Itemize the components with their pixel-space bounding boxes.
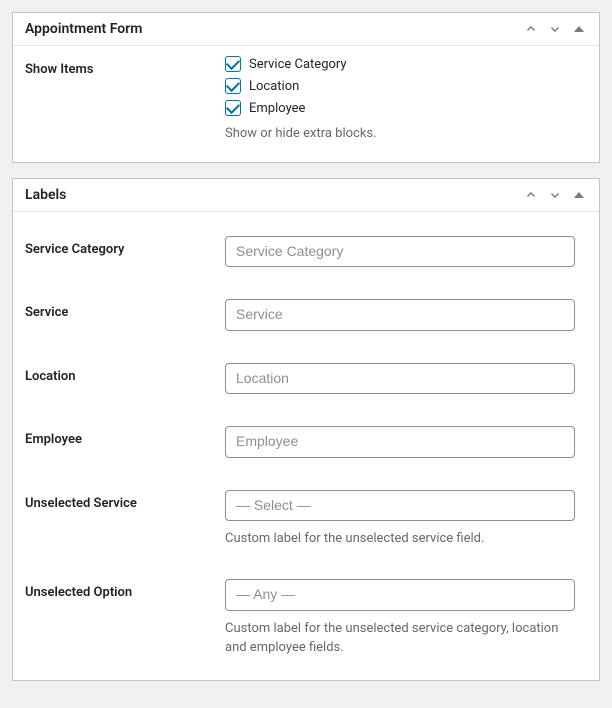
checkbox-item-employee[interactable]: Employee	[225, 100, 575, 116]
field-content	[225, 236, 575, 268]
show-items-help: Show or hide extra blocks.	[225, 124, 575, 144]
field-content: Custom label for the unselected service …	[225, 490, 575, 549]
panel-header: Appointment Form	[13, 13, 599, 46]
panel-body: Service Category Service Location Employ…	[13, 212, 599, 680]
checkbox-service-category[interactable]	[225, 56, 241, 72]
panel-body: Show Items Service Category Location Emp…	[13, 46, 599, 162]
move-up-icon[interactable]	[523, 21, 539, 37]
service-input[interactable]	[225, 299, 575, 331]
field-label: Unselected Option	[25, 579, 225, 600]
appointment-form-panel: Appointment Form Show Items Service Cate…	[12, 12, 600, 163]
move-down-icon[interactable]	[547, 21, 563, 37]
field-label: Employee	[25, 426, 225, 447]
panel-title: Labels	[25, 187, 66, 203]
field-content	[225, 363, 575, 395]
move-up-icon[interactable]	[523, 187, 539, 203]
employee-row: Employee	[25, 426, 587, 458]
location-input[interactable]	[225, 363, 575, 395]
show-items-label: Show Items	[25, 56, 225, 77]
unselected-option-row: Unselected Option Custom label for the u…	[25, 579, 587, 658]
field-content: Custom label for the unselected service …	[225, 579, 575, 658]
checkbox-location[interactable]	[225, 78, 241, 94]
field-label: Unselected Service	[25, 490, 225, 511]
unselected-option-input[interactable]	[225, 579, 575, 611]
checkbox-item-service-category[interactable]: Service Category	[225, 56, 575, 72]
field-label: Service	[25, 299, 225, 320]
show-items-row: Show Items Service Category Location Emp…	[25, 56, 587, 144]
panel-header: Labels	[13, 179, 599, 212]
panel-title: Appointment Form	[25, 21, 142, 37]
field-label: Service Category	[25, 236, 225, 257]
unselected-service-help: Custom label for the unselected service …	[225, 529, 575, 549]
collapse-toggle-icon[interactable]	[571, 21, 587, 37]
service-row: Service	[25, 299, 587, 331]
service-category-row: Service Category	[25, 236, 587, 268]
unselected-service-row: Unselected Service Custom label for the …	[25, 490, 587, 549]
unselected-option-help: Custom label for the unselected service …	[225, 619, 575, 658]
checkbox-item-location[interactable]: Location	[225, 78, 575, 94]
panel-controls	[523, 21, 587, 37]
collapse-toggle-icon[interactable]	[571, 187, 587, 203]
location-row: Location	[25, 363, 587, 395]
employee-input[interactable]	[225, 426, 575, 458]
panel-controls	[523, 187, 587, 203]
show-items-content: Service Category Location Employee Show …	[225, 56, 575, 144]
checkbox-employee[interactable]	[225, 100, 241, 116]
field-content	[225, 426, 575, 458]
labels-panel: Labels Service Category Service	[12, 178, 600, 681]
checkbox-label: Location	[249, 79, 299, 94]
field-content	[225, 299, 575, 331]
checkbox-label: Employee	[249, 101, 305, 116]
field-label: Location	[25, 363, 225, 384]
checkbox-label: Service Category	[249, 57, 347, 72]
service-category-input[interactable]	[225, 236, 575, 268]
unselected-service-input[interactable]	[225, 490, 575, 522]
move-down-icon[interactable]	[547, 187, 563, 203]
